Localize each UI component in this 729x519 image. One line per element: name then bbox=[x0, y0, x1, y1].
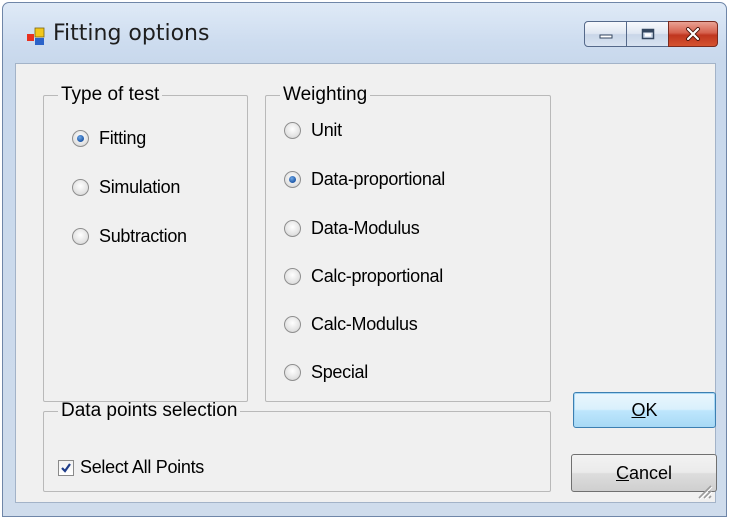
radio-unit[interactable]: Unit bbox=[284, 118, 342, 142]
caption-buttons bbox=[584, 21, 718, 47]
minimize-button[interactable] bbox=[584, 21, 627, 47]
radio-subtraction[interactable]: Subtraction bbox=[72, 224, 187, 248]
radio-calc-modulus[interactable]: Calc-Modulus bbox=[284, 312, 418, 336]
radio-label: Special bbox=[311, 361, 368, 382]
resize-grip-icon[interactable] bbox=[693, 480, 713, 500]
checkbox[interactable] bbox=[58, 459, 74, 476]
radio-label: Data-Modulus bbox=[311, 217, 420, 238]
dialog-client-area: Type of test Fitting Simulation Subtract… bbox=[15, 63, 717, 503]
radio-data-proportional[interactable]: Data-proportional bbox=[284, 167, 445, 191]
weighting-legend: Weighting bbox=[283, 84, 368, 105]
radio-data-modulus[interactable]: Data-Modulus bbox=[284, 216, 420, 240]
type-of-test-legend: Type of test bbox=[61, 84, 160, 105]
radio-button[interactable] bbox=[284, 219, 301, 237]
window-title: Fitting options bbox=[53, 21, 210, 46]
radio-label: Subtraction bbox=[99, 225, 187, 246]
radio-button[interactable] bbox=[284, 315, 301, 333]
radio-label: Calc-Modulus bbox=[311, 313, 418, 334]
radio-button[interactable] bbox=[284, 121, 301, 139]
radio-fitting[interactable]: Fitting bbox=[72, 126, 146, 150]
fitting-options-window: Fitting options Type of test Fitting Sim… bbox=[2, 2, 727, 517]
close-icon bbox=[686, 27, 700, 41]
data-points-selection-group: Data points selection bbox=[43, 400, 551, 492]
radio-button[interactable] bbox=[284, 170, 301, 188]
close-button[interactable] bbox=[668, 21, 718, 47]
radio-button[interactable] bbox=[284, 363, 301, 381]
ok-label: OK bbox=[631, 399, 658, 420]
radio-button[interactable] bbox=[72, 227, 89, 245]
minimize-icon bbox=[599, 34, 612, 39]
select-all-points-checkbox[interactable]: Select All Points bbox=[58, 457, 204, 478]
radio-button[interactable] bbox=[284, 267, 301, 285]
checkbox-label: Select All Points bbox=[80, 457, 204, 477]
title-bar[interactable]: Fitting options bbox=[3, 3, 726, 51]
radio-simulation[interactable]: Simulation bbox=[72, 175, 180, 199]
radio-label: Unit bbox=[311, 119, 342, 140]
radio-label: Data-proportional bbox=[311, 168, 445, 189]
radio-calc-proportional[interactable]: Calc-proportional bbox=[284, 264, 443, 288]
ok-button[interactable]: OK bbox=[573, 392, 716, 428]
checkmark-icon bbox=[61, 462, 71, 473]
maximize-icon bbox=[641, 28, 654, 40]
app-icon bbox=[27, 27, 45, 45]
radio-button[interactable] bbox=[72, 129, 89, 147]
maximize-button[interactable] bbox=[626, 21, 669, 47]
radio-special[interactable]: Special bbox=[284, 360, 368, 384]
radio-label: Calc-proportional bbox=[311, 265, 443, 286]
radio-label: Simulation bbox=[99, 176, 181, 197]
cancel-label: Cancel bbox=[615, 462, 673, 483]
radio-button[interactable] bbox=[72, 178, 89, 196]
data-points-selection-legend: Data points selection bbox=[61, 400, 238, 421]
radio-label: Fitting bbox=[99, 127, 146, 148]
